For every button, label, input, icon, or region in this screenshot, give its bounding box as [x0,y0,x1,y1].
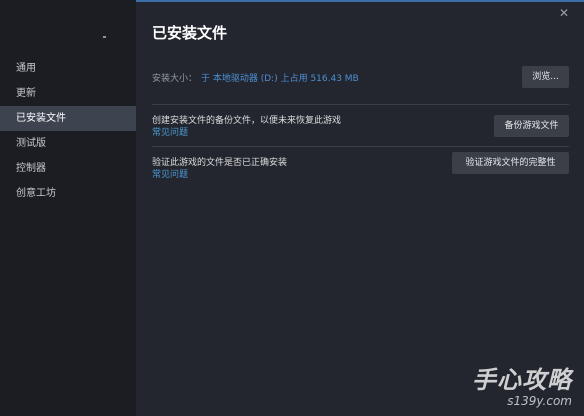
sidebar: 通用 更新 已安装文件 测试版 控制器 创意工坊 [0,0,136,416]
sidebar-nav: 通用 更新 已安装文件 测试版 控制器 创意工坊 [0,56,136,206]
sidebar-dot [103,36,106,38]
browse-button[interactable]: 浏览... [522,66,569,88]
sidebar-item-betas[interactable]: 测试版 [0,131,136,156]
backup-faq-link[interactable]: 常见问题 [152,125,188,138]
page-title: 已安装文件 [152,24,228,42]
watermark-url: s139y.com [507,394,572,408]
sidebar-item-updates[interactable]: 更新 [0,81,136,106]
site-watermark: 手心攻略 s139y.com [472,366,572,408]
install-size-label: 安装大小： [152,74,198,84]
backup-game-files-button[interactable]: 备份游戏文件 [494,115,569,137]
main-panel: ✕ 已安装文件 安装大小：于 本地驱动器 (D:) 上占用 516.43 MB … [136,0,584,416]
sidebar-item-workshop[interactable]: 创意工坊 [0,181,136,206]
install-size-line: 安装大小：于 本地驱动器 (D:) 上占用 516.43 MB [152,71,359,84]
sidebar-item-controller[interactable]: 控制器 [0,156,136,181]
close-icon[interactable]: ✕ [558,7,570,19]
watermark-title: 手心攻略 [472,366,572,394]
sidebar-item-installed-files[interactable]: 已安装文件 [0,106,136,131]
backup-row: 创建安装文件的备份文件，以便未来恢复此游戏 常见问题 备份游戏文件 [152,104,569,146]
properties-window: 通用 更新 已安装文件 测试版 控制器 创意工坊 ✕ 已安装文件 安装大小：于 … [0,0,584,416]
verify-row: 验证此游戏的文件是否已正确安装 常见问题 验证游戏文件的完整性 [152,146,569,186]
install-size-row: 安装大小：于 本地驱动器 (D:) 上占用 516.43 MB 浏览... [152,60,569,104]
verify-integrity-button[interactable]: 验证游戏文件的完整性 [452,152,569,174]
verify-faq-link[interactable]: 常见问题 [152,167,188,180]
sidebar-item-general[interactable]: 通用 [0,56,136,81]
install-size-value: 于 本地驱动器 (D:) 上占用 516.43 MB [201,74,359,84]
